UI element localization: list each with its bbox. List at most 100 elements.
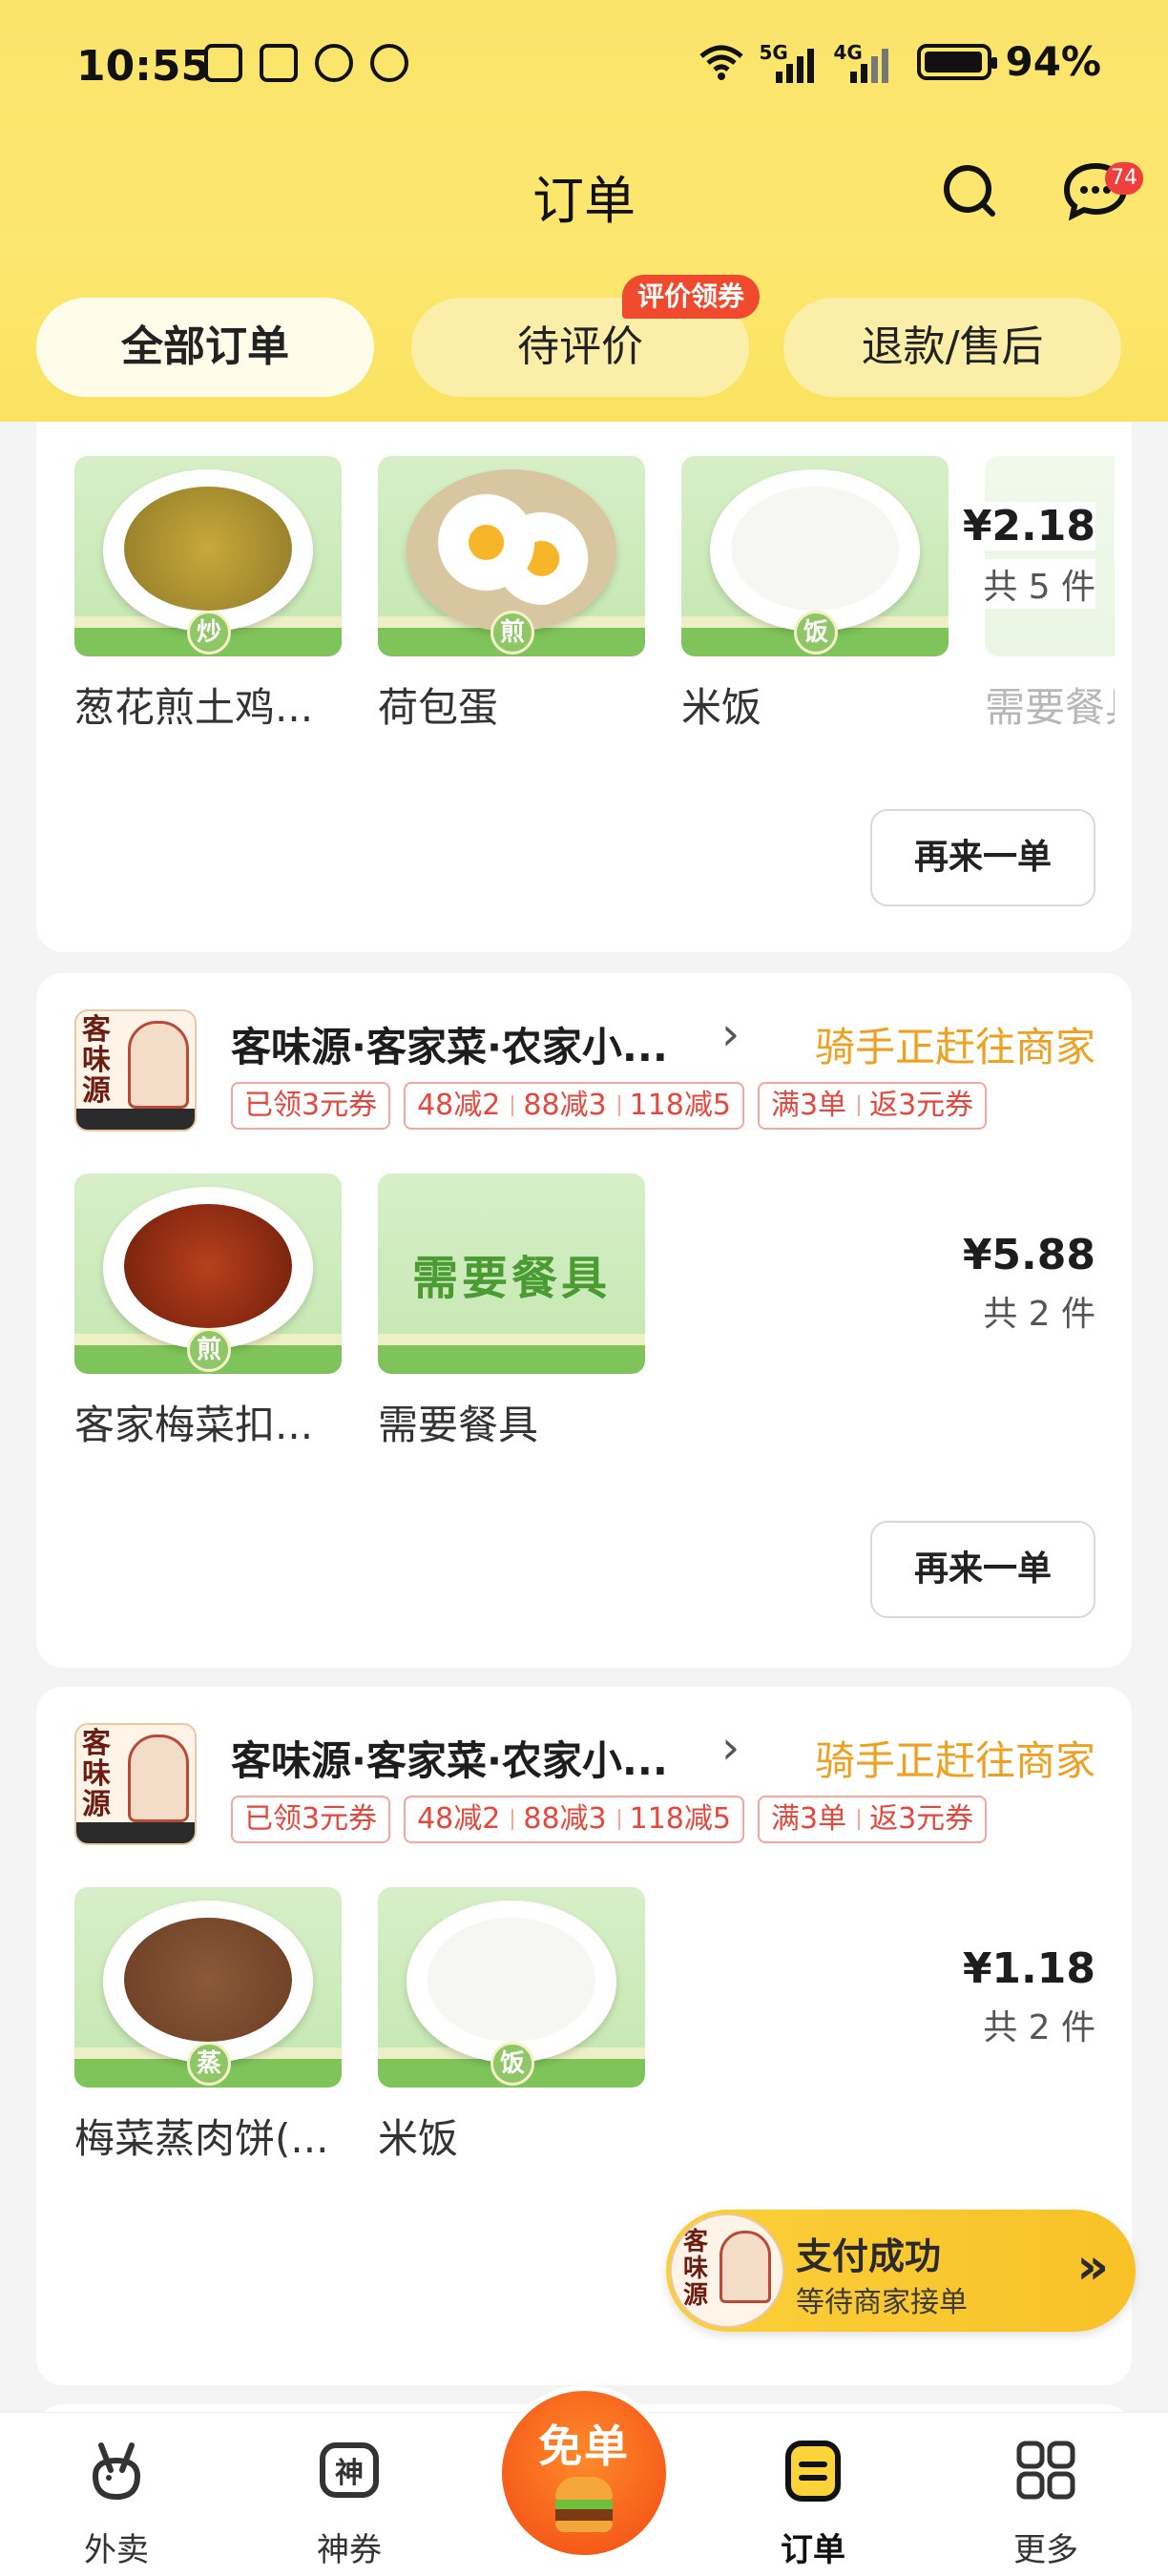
chevron-right-icon[interactable]: › bbox=[721, 1008, 740, 1061]
dish-image: 蒸 bbox=[74, 1887, 342, 2088]
item-name: 米饭 bbox=[681, 684, 762, 731]
rebate-tag: 满3单 bbox=[770, 1802, 847, 1836]
chevron-right-icon[interactable]: › bbox=[721, 1721, 740, 1775]
order-item[interactable]: 煎 荷包蛋 bbox=[378, 456, 645, 734]
discount-tag: 118减5 bbox=[617, 1084, 742, 1128]
free-order-button[interactable]: 免单 bbox=[496, 2385, 672, 2576]
nfc-icon bbox=[204, 44, 242, 82]
discount-tag: 88减3 bbox=[511, 1797, 617, 1841]
dish-seal: 煎 bbox=[490, 611, 534, 654]
item-name: 梅菜蒸肉饼(... bbox=[74, 2115, 329, 2162]
dish-seal: 炒 bbox=[187, 611, 231, 654]
nav-label: 神券 bbox=[317, 2531, 382, 2569]
dish-image: 煎 bbox=[74, 1174, 342, 1374]
status-bar: 10:55 5G 4G 94% bbox=[0, 0, 1168, 134]
item-name: 米饭 bbox=[378, 2115, 459, 2162]
item-name: 客家梅菜扣... bbox=[74, 1402, 314, 1448]
order-icon bbox=[785, 2441, 841, 2502]
nav-more[interactable]: 更多 bbox=[970, 2413, 1122, 2576]
shop-logo-text: 客味源 bbox=[82, 1727, 111, 1821]
payment-subtitle: 等待商家接单 bbox=[796, 2286, 968, 2319]
nav-label: 订单 bbox=[781, 2531, 845, 2569]
discount-tag: 48减2 bbox=[417, 1802, 501, 1836]
signal-4g-icon: 4G bbox=[833, 41, 894, 83]
order-quantity: 共 2 件 bbox=[983, 2008, 1095, 2047]
payment-status-float[interactable]: 客味源 支付成功 等待商家接单 » bbox=[666, 2210, 1136, 2332]
tab-refund[interactable]: 退款/售后 bbox=[783, 298, 1121, 397]
vibrate-icon bbox=[260, 44, 298, 82]
coupon-tag: 已领3元券 bbox=[231, 1082, 391, 1130]
payment-title: 支付成功 bbox=[796, 2235, 942, 2277]
item-name: 需要餐具 bbox=[985, 684, 1115, 731]
signal-5g-icon: 5G bbox=[759, 41, 820, 83]
order-item[interactable]: 煎 客家梅菜扣... bbox=[74, 1174, 342, 1451]
shop-name[interactable]: 客味源·客家菜·农家小... bbox=[231, 1015, 727, 1073]
dish-image: 煎 bbox=[378, 456, 645, 656]
nav-orders[interactable]: 订单 bbox=[737, 2413, 889, 2576]
promo-tags: 已领3元券 48减2 88减3 118减5 满3单 返3元券 bbox=[231, 1082, 988, 1130]
order-item[interactable]: 饭 米饭 bbox=[378, 1887, 645, 2165]
order-price: ¥1.18 bbox=[962, 1944, 1095, 1993]
order-list[interactable]: 炒 葱花煎土鸡... 煎 荷包蛋 饭 米饭 需要餐具 ¥2.18 bbox=[0, 422, 1168, 2412]
order-price: ¥2.18 bbox=[952, 502, 1095, 551]
order-item[interactable]: 蒸 梅菜蒸肉饼(... bbox=[74, 1887, 342, 2165]
nav-coupons[interactable]: 神 神券 bbox=[273, 2413, 426, 2576]
reorder-button[interactable]: 再来一单 bbox=[870, 809, 1095, 906]
order-price: ¥5.88 bbox=[962, 1231, 1095, 1279]
status-time: 10:55 bbox=[76, 42, 211, 91]
dish-image: 饭 bbox=[681, 456, 949, 656]
discount-tags: 48减2 88减3 118减5 bbox=[404, 1082, 744, 1130]
reorder-button[interactable]: 再来一单 bbox=[870, 1521, 1095, 1618]
shop-logo[interactable]: 客味源 bbox=[74, 1723, 197, 1845]
dish-image bbox=[985, 456, 1115, 656]
rebate-tags: 满3单 返3元券 bbox=[757, 1796, 988, 1843]
order-item[interactable]: 饭 米饭 bbox=[681, 456, 949, 734]
tab-all-orders[interactable]: 全部订单 bbox=[36, 298, 374, 397]
nav-label: 外卖 bbox=[84, 2531, 149, 2569]
grid-icon bbox=[1016, 2441, 1075, 2500]
message-badge: 74 bbox=[1105, 162, 1143, 195]
search-button[interactable] bbox=[939, 160, 1000, 221]
order-tabs: 全部订单 待评价 退款/售后 bbox=[36, 298, 1132, 397]
shop-logo: 客味源 bbox=[670, 2213, 784, 2328]
burger-icon bbox=[555, 2477, 613, 2532]
item-name: 荷包蛋 bbox=[378, 684, 499, 731]
order-card[interactable]: 炒 葱花煎土鸡... 煎 荷包蛋 饭 米饭 需要餐具 ¥2.18 bbox=[36, 422, 1132, 952]
double-chevron-right-icon: » bbox=[1076, 2238, 1109, 2296]
order-status: 骑手正赶往商家 bbox=[814, 1024, 1095, 1070]
order-status: 骑手正赶往商家 bbox=[814, 1737, 1095, 1784]
discount-tag: 88减3 bbox=[511, 1084, 617, 1128]
item-name: 葱花煎土鸡... bbox=[74, 684, 314, 731]
battery-percent: 94% bbox=[1005, 38, 1101, 85]
shop-logo[interactable]: 客味源 bbox=[74, 1009, 197, 1132]
dish-image: 饭 bbox=[378, 1887, 645, 2088]
wechat-icon bbox=[315, 44, 353, 82]
dish-seal: 饭 bbox=[490, 2042, 534, 2086]
review-coupon-tag: 评价领券 bbox=[622, 275, 761, 319]
rabbit-icon bbox=[92, 2442, 141, 2501]
dish-seal: 煎 bbox=[187, 1328, 231, 1372]
order-card[interactable]: 客味源 客味源·客家菜·农家小... › 骑手正赶往商家 已领3元券 48减2 … bbox=[36, 973, 1132, 1668]
dish-seal: 蒸 bbox=[187, 2042, 231, 2086]
dish-seal: 饭 bbox=[794, 611, 838, 654]
tableware-banner: 需要餐具 bbox=[411, 1252, 611, 1305]
search-icon bbox=[944, 165, 995, 217]
header: 10:55 5G 4G 94% 订单 74 全部订单 待评价 退款/售后 评价领… bbox=[0, 0, 1168, 422]
order-quantity: 共 5 件 bbox=[973, 559, 1095, 609]
rebate-tags: 满3单 返3元券 bbox=[757, 1082, 988, 1130]
rebate-tag: 返3元券 bbox=[858, 1084, 985, 1128]
nav-takeout[interactable]: 外卖 bbox=[40, 2413, 193, 2576]
shop-logo-text: 客味源 bbox=[82, 1013, 111, 1108]
discount-tag: 48减2 bbox=[417, 1089, 501, 1122]
shop-logo-text: 客味源 bbox=[683, 2228, 709, 2310]
coupon-tag: 已领3元券 bbox=[231, 1796, 391, 1843]
shop-name[interactable]: 客味源·客家菜·农家小... bbox=[231, 1729, 727, 1787]
battery-icon bbox=[917, 43, 998, 80]
order-item[interactable]: 需要餐具 需要餐具 bbox=[378, 1174, 645, 1451]
free-order-label: 免单 bbox=[538, 2420, 630, 2472]
order-quantity: 共 2 件 bbox=[983, 1295, 1095, 1334]
order-item[interactable]: 炒 葱花煎土鸡... bbox=[74, 456, 342, 734]
svg-text:神: 神 bbox=[335, 2457, 364, 2490]
item-name: 需要餐具 bbox=[378, 1402, 539, 1448]
dish-image: 炒 bbox=[74, 456, 342, 656]
